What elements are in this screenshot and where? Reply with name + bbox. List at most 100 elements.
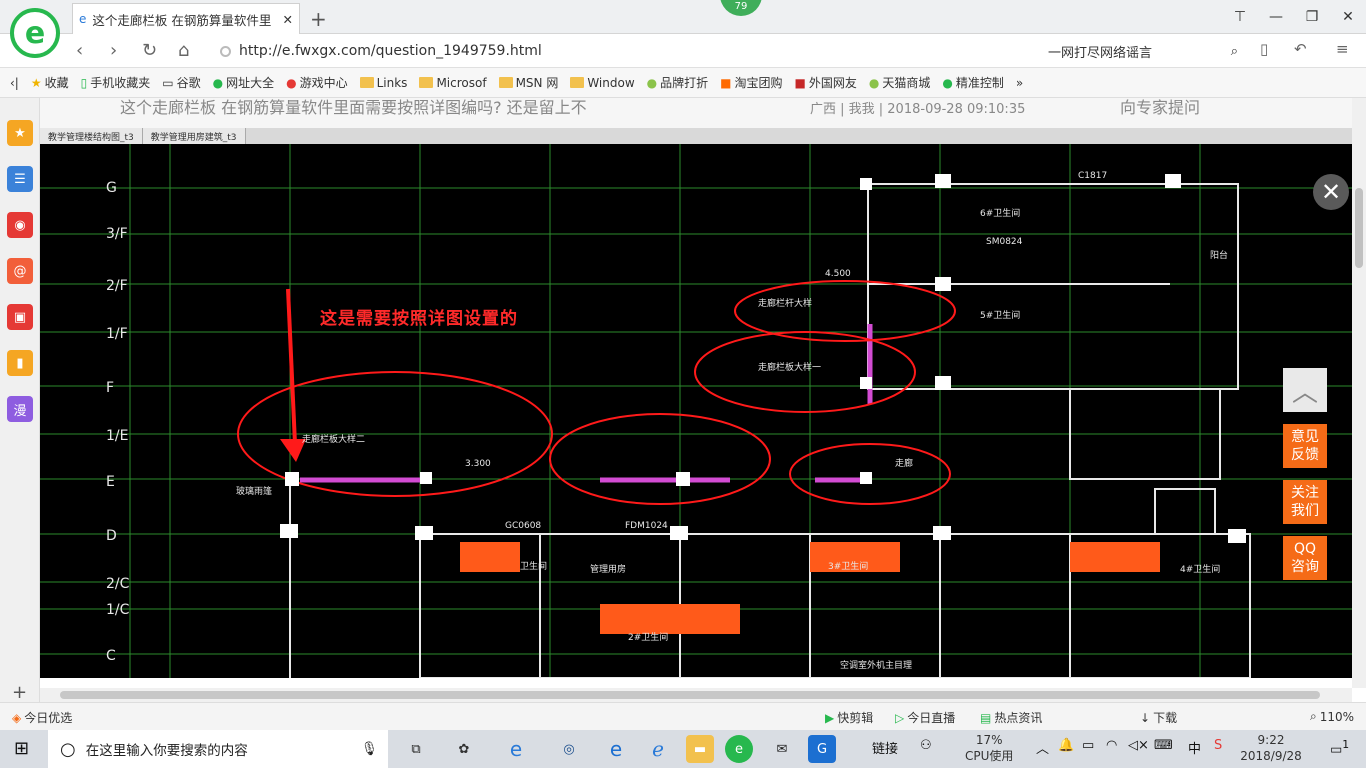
bookmark-item[interactable]: ● 品牌打折 xyxy=(647,74,709,91)
bookmark-item[interactable]: ■ 淘宝团购 xyxy=(720,74,782,91)
bookmark-item[interactable]: ▯ 手机收藏夹 xyxy=(81,74,151,91)
maximize-button[interactable]: ❐ xyxy=(1294,0,1330,34)
bookmark-item[interactable]: Window xyxy=(570,76,635,90)
cad-label: 5#卫生间 xyxy=(980,309,1020,321)
cad-tab[interactable]: 教学管理用房建筑_t3 xyxy=(142,128,246,144)
sogou-icon[interactable]: S xyxy=(1214,738,1222,753)
bookmark-item[interactable]: ▭ 谷歌 xyxy=(162,74,200,91)
close-viewer-button[interactable]: ✕ xyxy=(1313,174,1349,210)
wifi-icon[interactable]: ◠ xyxy=(1106,738,1117,753)
game-icon[interactable]: ▣ xyxy=(7,304,33,330)
quick-clip[interactable]: ▶ 快剪辑 xyxy=(825,709,873,726)
edge-icon[interactable]: e xyxy=(602,735,630,763)
taskbar-search[interactable]: ○ 在这里输入你要搜索的内容 🎙 xyxy=(48,730,388,768)
undo-icon[interactable]: ↶ xyxy=(1294,40,1307,58)
skin-icon[interactable]: ⊤ xyxy=(1222,0,1258,34)
cad-label: FDM1024 xyxy=(625,521,668,531)
bookmark-item[interactable]: ● 网址大全 xyxy=(213,74,275,91)
comic-icon[interactable]: 漫 xyxy=(7,396,33,422)
window-controls: ⊤ — ❐ ✕ xyxy=(1222,0,1366,34)
ie-blue-icon[interactable]: ℯ xyxy=(644,735,672,763)
question-meta: 广西 | 我我 | 2018-09-28 09:10:35 xyxy=(810,102,1026,117)
link-label[interactable]: 链接 xyxy=(872,738,898,757)
bookmark-item[interactable]: ● 天猫商城 xyxy=(869,74,931,91)
bookmark-item[interactable]: ■ 外国网友 xyxy=(795,74,857,91)
clock[interactable]: 9:22 2018/9/28 xyxy=(1236,732,1306,764)
search-box[interactable]: 一网打尽网络谣言 ⌕ xyxy=(1048,39,1238,63)
new-tab-button[interactable]: + xyxy=(310,7,327,31)
back-to-top-button[interactable]: ︿ xyxy=(1283,368,1327,412)
cad-label: C1817 xyxy=(1078,171,1107,181)
mail-icon[interactable]: @ xyxy=(7,258,33,284)
bookmark-item[interactable]: Microsof xyxy=(419,76,487,90)
task-view-icon[interactable]: ⧉ xyxy=(402,735,430,763)
cad-label: 走廊 xyxy=(895,457,913,469)
ime-indicator[interactable]: 中 xyxy=(1188,738,1201,757)
weibo-icon[interactable]: ◉ xyxy=(7,212,33,238)
cpu-meter[interactable]: 17% CPU使用 xyxy=(965,732,1013,764)
browser-logo-icon[interactable]: e xyxy=(10,8,60,58)
home-icon[interactable]: ⌂ xyxy=(178,40,189,61)
close-window-button[interactable]: ✕ xyxy=(1330,0,1366,34)
bookmark-item[interactable]: ● 游戏中心 xyxy=(286,74,348,91)
sidebar: ★ ☰ ◉ @ ▣ ▮ 漫 + xyxy=(0,98,40,708)
search-icon[interactable]: ⌕ xyxy=(1231,44,1238,59)
cad-label: 4#卫生间 xyxy=(1180,563,1220,575)
keyboard-icon[interactable]: ⌨ xyxy=(1154,738,1173,753)
battery-icon[interactable]: ▭ xyxy=(1082,738,1094,753)
swirl-icon[interactable]: ◎ xyxy=(555,735,583,763)
cortana-icon: ○ xyxy=(60,738,76,760)
feedback-button[interactable]: 意见反馈 xyxy=(1283,424,1327,468)
vertical-scrollbar[interactable] xyxy=(1352,98,1366,688)
refresh-icon[interactable]: ↻ xyxy=(142,40,157,61)
qq-consult-button[interactable]: QQ咨询 xyxy=(1283,536,1327,580)
bell-icon[interactable]: 🔔 xyxy=(1058,738,1074,753)
zoom-icon: ⌕ xyxy=(1310,709,1317,723)
ie-icon[interactable]: e xyxy=(502,735,530,763)
notification-badge[interactable]: 79 xyxy=(720,0,762,16)
fan-icon[interactable]: ✿ xyxy=(450,735,478,763)
folder-icon xyxy=(359,77,374,88)
minimize-button[interactable]: — xyxy=(1258,0,1294,34)
mail-icon[interactable]: ✉ xyxy=(768,735,796,763)
tab-close-icon[interactable]: ✕ xyxy=(283,12,293,27)
cad-tab[interactable]: 教学管理楼结构图_t3 xyxy=(40,128,143,144)
note-icon[interactable]: ▮ xyxy=(7,350,33,376)
collapse-icon[interactable]: ‹| xyxy=(10,76,19,90)
bookmark-item[interactable]: MSN 网 xyxy=(498,74,558,91)
g-app-icon[interactable]: G xyxy=(808,735,836,763)
forward-icon[interactable]: › xyxy=(110,40,117,61)
zoom[interactable]: ⌕ 110% xyxy=(1310,709,1354,724)
add-icon[interactable]: + xyxy=(12,682,27,703)
grid-label: 1/F xyxy=(106,326,128,342)
reader-icon[interactable]: ☰ xyxy=(7,166,33,192)
menu-icon[interactable]: ≡ xyxy=(1336,40,1349,58)
back-icon[interactable]: ‹ xyxy=(76,40,83,61)
address-bar[interactable]: http://e.fwxgx.com/question_1949759.html xyxy=(220,39,1040,63)
date: 2018/9/28 xyxy=(1240,749,1302,763)
mic-icon[interactable]: 🎙 xyxy=(361,741,378,757)
people-icon[interactable]: ⚇ xyxy=(920,738,932,753)
explorer-icon[interactable]: ▬ xyxy=(686,735,714,763)
live[interactable]: ▷ 今日直播 xyxy=(895,709,955,726)
follow-button[interactable]: 关注我们 xyxy=(1283,480,1327,524)
windows-start-icon[interactable]: ⊞ xyxy=(14,738,29,759)
bookmark-item[interactable]: Links xyxy=(359,76,407,90)
news[interactable]: ▤ 热点资讯 xyxy=(980,709,1042,726)
scroll-thumb[interactable] xyxy=(1355,188,1363,268)
more-bookmarks-icon[interactable]: » xyxy=(1016,76,1023,90)
tab-active[interactable]: e 这个走廊栏板 在钢筋算量软件里 ✕ xyxy=(72,3,300,34)
phone-icon[interactable]: ▯ xyxy=(1260,40,1268,58)
favorites-icon[interactable]: ★ xyxy=(7,120,33,146)
chevron-up-icon[interactable]: ︿ xyxy=(1036,738,1049,757)
notification-icon[interactable]: ▭1 xyxy=(1330,738,1349,757)
today-picks[interactable]: ◈ 今日优选 xyxy=(12,709,72,726)
horizontal-scrollbar[interactable] xyxy=(40,688,1352,702)
download[interactable]: ↓ 下载 xyxy=(1140,709,1177,726)
bookmark-item[interactable]: ★ 收藏 xyxy=(31,74,69,91)
360-browser-icon[interactable]: e xyxy=(725,735,753,763)
bookmark-item[interactable]: ● 精准控制 xyxy=(942,74,1004,91)
ask-expert-link[interactable]: 向专家提问 xyxy=(1120,98,1200,118)
scroll-thumb[interactable] xyxy=(60,691,1320,699)
volume-icon[interactable]: ◁× xyxy=(1128,738,1149,753)
